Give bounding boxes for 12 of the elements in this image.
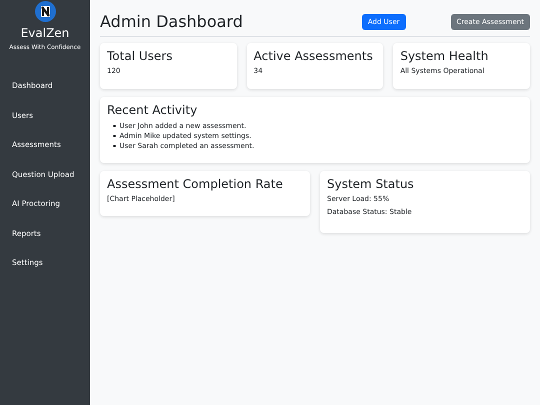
bullet-icon (113, 124, 116, 128)
card-title: Recent Activity (107, 104, 198, 116)
card-title: Assessment Completion Rate (107, 178, 284, 190)
card-title: System Status (327, 178, 415, 190)
page-title: Admin Dashboard (100, 14, 244, 30)
brand-name: EvalZen (20, 27, 70, 39)
card-title: Total Users (107, 50, 174, 62)
bullet-icon (113, 144, 116, 148)
card-title: Active Assessments (254, 50, 374, 62)
bullet-icon (113, 134, 116, 138)
card-title: System Health (400, 50, 490, 62)
logo-icon (34, 1, 56, 22)
